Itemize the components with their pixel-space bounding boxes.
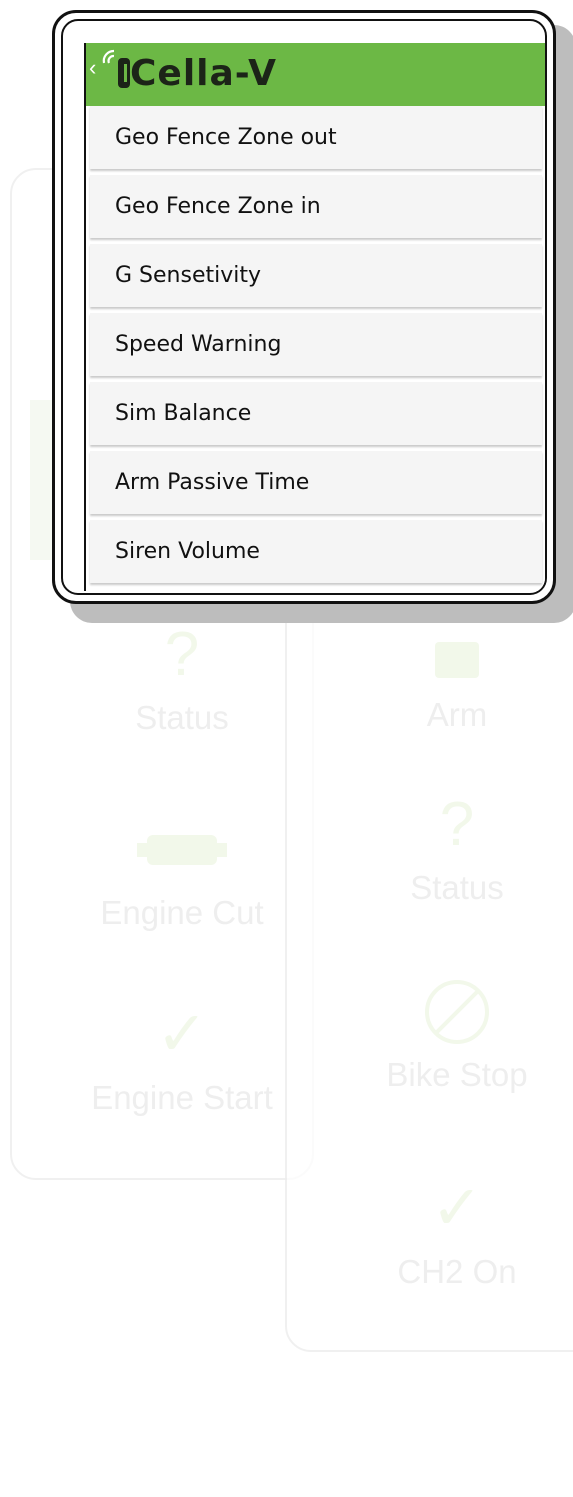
menu-item-label: Speed Warning — [115, 332, 282, 357]
dialog-content: ‹ Cella-V Geo Fence Zone out Geo Fence Z… — [84, 43, 545, 591]
settings-dialog: ‹ Cella-V Geo Fence Zone out Geo Fence Z… — [52, 10, 556, 604]
engine-icon — [52, 815, 312, 885]
menu-item-label: Geo Fence Zone in — [115, 194, 321, 219]
background-engine-cut-item: Engine Cut — [52, 815, 312, 933]
logo-mark — [118, 58, 130, 88]
background-ch2-on-item: ✓ CH2 On — [327, 1174, 573, 1292]
question-mark-icon: ? — [164, 620, 200, 689]
menu-item-speed-warning[interactable]: Speed Warning — [90, 313, 542, 376]
background-status-label: Status — [135, 699, 229, 736]
settings-menu-list: Geo Fence Zone out Geo Fence Zone in G S… — [86, 106, 545, 589]
checkmark-icon: ✓ — [431, 1174, 483, 1243]
dialog-inner-frame: ‹ Cella-V Geo Fence Zone out Geo Fence Z… — [61, 19, 547, 595]
background-engine-start-label: Engine Start — [91, 1079, 273, 1116]
background-status-item-right: ? Status — [327, 790, 573, 908]
checkmark-icon: ✓ — [156, 1000, 208, 1069]
screen: ? Status Engine Cut ✓ Engine Start Arm ?… — [0, 0, 573, 1497]
app-header: ‹ Cella-V — [86, 43, 545, 106]
background-card-right: Arm ? Status Bike Stop ✓ CH2 On — [285, 520, 573, 1352]
menu-item-label: Siren Volume — [115, 539, 260, 564]
menu-item-label: Geo Fence Zone out — [115, 125, 337, 150]
background-bike-stop-item: Bike Stop — [327, 977, 573, 1095]
menu-item-geo-fence-zone-out[interactable]: Geo Fence Zone out — [90, 106, 542, 169]
background-engine-start-item: ✓ Engine Start — [52, 1000, 312, 1118]
menu-item-label: G Sensetivity — [115, 263, 261, 288]
background-arm-label: Arm — [426, 696, 488, 733]
lock-icon — [327, 617, 573, 687]
menu-item-sim-balance[interactable]: Sim Balance — [90, 382, 542, 445]
background-bike-stop-label: Bike Stop — [386, 1056, 528, 1093]
background-status-label-right: Status — [410, 869, 504, 906]
question-mark-icon: ? — [439, 790, 475, 859]
menu-item-label: Arm Passive Time — [115, 470, 310, 495]
chevron-left-icon[interactable]: ‹ — [89, 57, 96, 79]
menu-item-label: Sim Balance — [115, 401, 252, 426]
menu-item-siren-volume[interactable]: Siren Volume — [90, 520, 542, 583]
menu-item-arm-passive-time[interactable]: Arm Passive Time — [90, 451, 542, 514]
background-engine-cut-label: Engine Cut — [100, 894, 264, 931]
no-entry-icon — [327, 977, 573, 1047]
background-arm-item: Arm — [327, 617, 573, 735]
background-ch2-on-label: CH2 On — [397, 1253, 517, 1290]
menu-item-geo-fence-zone-in[interactable]: Geo Fence Zone in — [90, 175, 542, 238]
menu-item-g-sensetivity[interactable]: G Sensetivity — [90, 244, 542, 307]
app-title: Cella-V — [130, 53, 277, 94]
background-status-item: ? Status — [52, 620, 312, 738]
